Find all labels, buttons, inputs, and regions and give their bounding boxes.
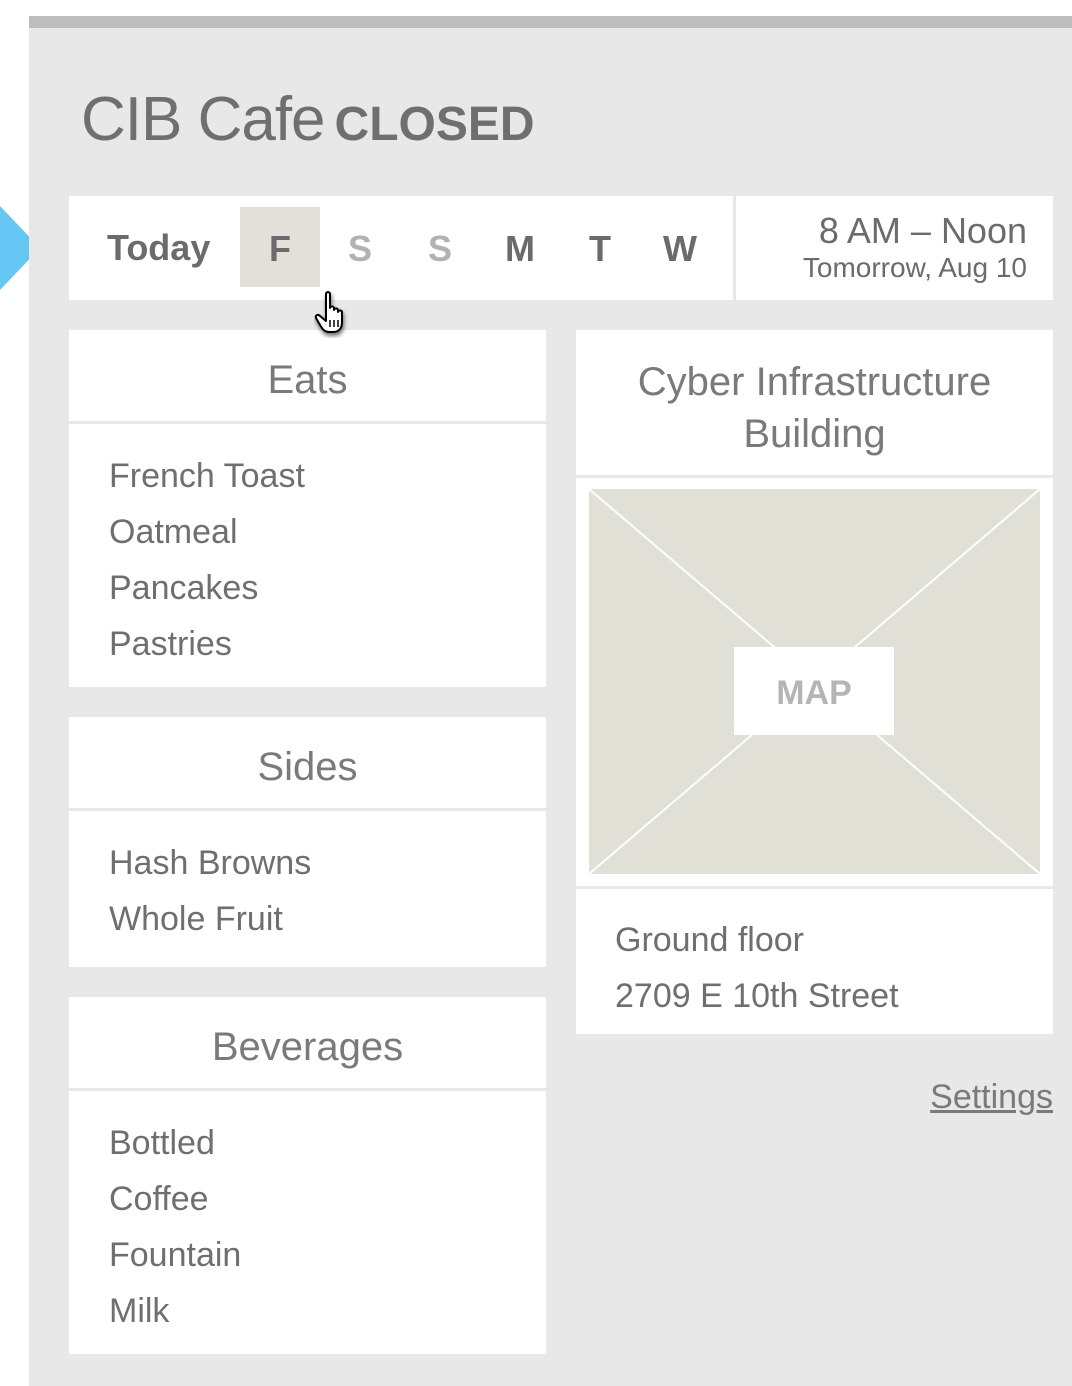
hand-cursor-icon [314, 291, 343, 333]
status-badge: CLOSED [334, 98, 535, 151]
cafe-name: CIB Cafe [81, 85, 326, 154]
list-item: Pastries [109, 625, 232, 663]
building-name-line: Building [743, 412, 886, 456]
day-tab-sunday[interactable]: S [400, 207, 480, 287]
list-item: Bottled [109, 1124, 215, 1162]
menu-heading: Eats [69, 330, 546, 424]
menu-list: Bottled Coffee Fountain Milk [69, 1091, 546, 1339]
menu-heading: Beverages [69, 997, 546, 1091]
location-card: Cyber Infrastructure Building MAP Ground… [576, 330, 1053, 1034]
hours-box: 8 AM – Noon Tomorrow, Aug 10 [736, 196, 1053, 300]
address: Ground floor 2709 E 10th Street [615, 912, 899, 1024]
day-selector: Today F S S M T W [69, 196, 733, 300]
map-placeholder[interactable]: MAP [589, 489, 1040, 874]
settings-link[interactable]: Settings [930, 1078, 1053, 1117]
list-item: Whole Fruit [109, 900, 283, 938]
today-button[interactable]: Today [107, 196, 210, 300]
list-item: Fountain [109, 1236, 242, 1274]
list-item: Oatmeal [109, 513, 238, 551]
building-name: Cyber Infrastructure Building [576, 330, 1053, 478]
building-name-line: Cyber Infrastructure [637, 360, 992, 404]
day-tab-friday[interactable]: F [240, 207, 320, 287]
map-label: MAP [734, 647, 894, 735]
menu-heading: Sides [69, 717, 546, 811]
day-tab-saturday[interactable]: S [320, 207, 400, 287]
day-tab-monday[interactable]: M [480, 207, 560, 287]
cafe-panel: CIB Cafe CLOSED Today F S S M T W 8 AM – … [29, 16, 1072, 1386]
hours-text: 8 AM – Noon [818, 210, 1027, 251]
list-item: French Toast [109, 457, 305, 495]
page-title: CIB Cafe CLOSED [81, 84, 535, 155]
list-item: Milk [109, 1292, 170, 1330]
day-tab-tuesday[interactable]: T [560, 207, 640, 287]
list-item: Hash Browns [109, 844, 312, 882]
menu-card-sides: Sides Hash Browns Whole Fruit [69, 717, 546, 967]
address-floor: Ground floor [615, 921, 804, 959]
menu-list: French Toast Oatmeal Pancakes Pastries [69, 424, 546, 672]
menu-list: Hash Browns Whole Fruit [69, 811, 546, 947]
menu-card-eats: Eats French Toast Oatmeal Pancakes Pastr… [69, 330, 546, 687]
list-item: Pancakes [109, 569, 259, 607]
address-street: 2709 E 10th Street [615, 977, 899, 1015]
divider [576, 886, 1053, 889]
hours-date: Tomorrow, Aug 10 [802, 252, 1027, 283]
menu-card-beverages: Beverages Bottled Coffee Fountain Milk [69, 997, 546, 1354]
day-tab-wednesday[interactable]: W [640, 207, 720, 287]
list-item: Coffee [109, 1180, 209, 1218]
